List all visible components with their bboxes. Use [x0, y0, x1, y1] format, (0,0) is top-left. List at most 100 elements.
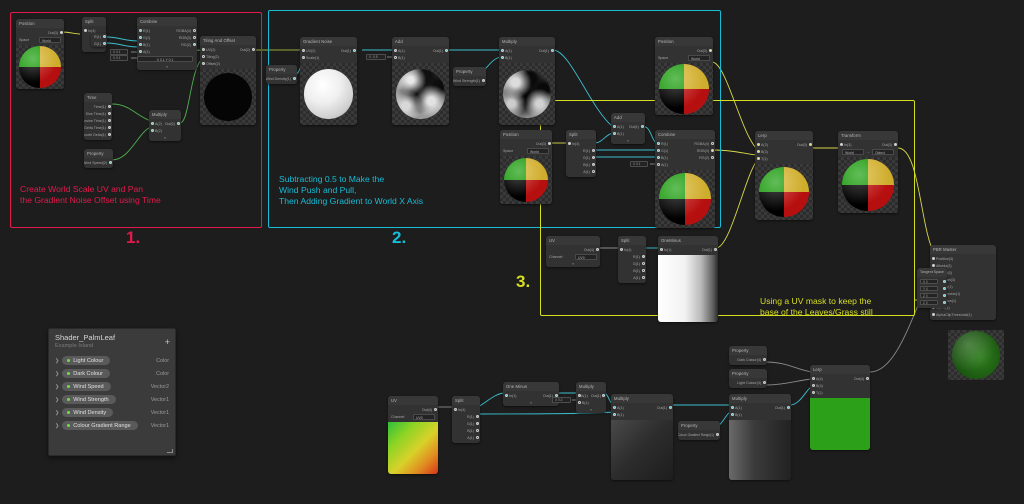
node-time[interactable]: Time Time(1) Sine Time(1) Cosine Time(1)…	[84, 93, 112, 140]
port-dot-icon[interactable]	[107, 119, 111, 122]
port-pair[interactable]: In(1) Out(1)	[503, 392, 559, 399]
port-in[interactable]: A(1)	[137, 48, 197, 55]
port-pair[interactable]: A(2) Out(2)	[149, 120, 181, 127]
port-out[interactable]: R(1)	[566, 147, 596, 154]
port-dot-icon[interactable]	[500, 49, 504, 52]
port-in[interactable]: B(1)	[499, 54, 555, 61]
port-dot-icon[interactable]	[138, 43, 142, 46]
node-multiply-4[interactable]: Multiply A(1) Out(1) B(1)	[611, 394, 673, 480]
port-dot-icon[interactable]	[619, 248, 623, 251]
expand-chevron-icon[interactable]: ❯	[55, 423, 62, 429]
port-pair[interactable]: A(1) Out(1)	[611, 123, 645, 130]
port-dot-icon[interactable]	[601, 394, 605, 397]
port-dot-icon[interactable]	[668, 406, 672, 409]
port-pair[interactable]: G(1) RGB(3)	[655, 147, 715, 154]
blackboard-property-row[interactable]: ❯ Wind Speed Vector2	[49, 380, 175, 393]
port-dot-icon[interactable]	[475, 422, 479, 425]
port-dot-icon[interactable]	[710, 149, 714, 152]
add-offset-field[interactable]: X -0.5	[366, 54, 386, 60]
node-one-minus-2[interactable]: One Minus In(1) Out(1) ▾	[503, 382, 559, 406]
node-expander-toggle[interactable]: ▾	[137, 65, 197, 70]
space-dropdown[interactable]: World	[688, 54, 710, 61]
combine2-input-field[interactable]: X 0.1	[630, 161, 648, 167]
port-dot-icon[interactable]	[811, 391, 815, 394]
node-expander-toggle[interactable]: ▾	[503, 401, 559, 406]
blackboard-property-row[interactable]: ❯ Light Colour Color	[49, 354, 175, 367]
node-uv-1[interactable]: UV Out(4) Channel UV0 ▾	[546, 236, 600, 267]
port-out[interactable]: Wind Speed(2)	[84, 159, 113, 166]
port-in[interactable]: B(1)	[729, 411, 791, 418]
port-dot-icon[interactable]	[786, 406, 790, 409]
port-dot-icon[interactable]	[811, 384, 815, 387]
port-dot-icon[interactable]	[107, 133, 111, 136]
add-property-button[interactable]: +	[165, 338, 170, 347]
space-dropdown[interactable]: World	[39, 36, 61, 43]
node-expander-toggle[interactable]: ▾	[611, 139, 645, 144]
port-dot-icon[interactable]	[301, 49, 305, 52]
port-dot-icon[interactable]	[59, 31, 63, 34]
port-out[interactable]: R(1)	[618, 253, 646, 260]
node-property-dark-colour[interactable]: Property Dark Colour(4)	[729, 346, 767, 365]
port-dot-icon[interactable]	[393, 56, 397, 59]
port-dot-icon[interactable]	[942, 301, 946, 304]
node-combine-1[interactable]: Combine R(1) RGBA(4) G(1) RGB(3) B(1) RG…	[137, 17, 197, 70]
port-pair[interactable]: R(1) RGBA(4)	[137, 27, 197, 34]
node-position-3[interactable]: Position Out(3) Space World	[655, 37, 713, 115]
combine-input-field-2[interactable]: X 0.1	[110, 55, 128, 61]
port-dot-icon[interactable]	[138, 29, 142, 32]
blackboard-property-row[interactable]: ❯ Wind Density Vector1	[49, 406, 175, 419]
port-dot-icon[interactable]	[756, 143, 760, 146]
port-out[interactable]: G(1)	[452, 420, 480, 427]
port-dot-icon[interactable]	[577, 394, 581, 397]
port-out[interactable]: Out(3)	[16, 29, 64, 36]
port-dot-icon[interactable]	[550, 49, 554, 52]
port-dot-icon[interactable]	[83, 29, 87, 32]
port-dot-icon[interactable]	[138, 36, 142, 39]
port-dot-icon[interactable]	[251, 48, 255, 51]
port-dot-icon[interactable]	[453, 408, 457, 411]
port-dot-icon[interactable]	[612, 125, 616, 128]
expand-chevron-icon[interactable]: ❯	[55, 384, 62, 390]
port-dot-icon[interactable]	[659, 248, 663, 251]
node-tangent-space[interactable]: Tangent Space X 0Y 0Z 0Z 0	[917, 268, 947, 308]
node-split-1-ports[interactable]: R(1) G(1)	[91, 33, 107, 47]
property-pill[interactable]: Wind Strength	[62, 395, 116, 404]
port-in[interactable]: B(1)	[611, 411, 673, 418]
port-dot-icon[interactable]	[612, 132, 616, 135]
transform-space-row[interactable]: World → Object	[838, 148, 898, 155]
port-dot-icon[interactable]	[595, 248, 599, 251]
port-out[interactable]: A(1)	[618, 274, 646, 281]
property-pill[interactable]: Wind Speed	[62, 382, 111, 391]
port-dot-icon[interactable]	[107, 126, 111, 129]
tangent-field-row[interactable]: Y 0	[917, 285, 947, 292]
port-dot-icon[interactable]	[500, 56, 504, 59]
pbr-input-row[interactable]: AlphaClipThreshold(1)	[930, 311, 996, 318]
node-expander-toggle[interactable]: ▾	[576, 408, 606, 413]
port-out[interactable]: Out(4)	[388, 406, 438, 413]
port-dot-icon[interactable]	[641, 262, 645, 265]
port-dot-icon[interactable]	[715, 433, 719, 436]
node-one-minus-1[interactable]: OneMinus In(1) Out(1)	[658, 236, 718, 322]
port-dot-icon[interactable]	[107, 112, 111, 115]
port-dot-icon[interactable]	[475, 415, 479, 418]
port-dot-icon[interactable]	[756, 157, 760, 160]
port-dot-icon[interactable]	[591, 156, 595, 159]
port-out[interactable]: G(1)	[91, 40, 107, 47]
expand-chevron-icon[interactable]: ❯	[55, 371, 62, 377]
tangent-field-row[interactable]: X 0	[917, 278, 947, 285]
port-dot-icon[interactable]	[641, 255, 645, 258]
space-row[interactable]: Space World	[655, 54, 713, 61]
port-dot-icon[interactable]	[475, 429, 479, 432]
port-dot-icon[interactable]	[150, 129, 154, 132]
resize-handle-icon[interactable]	[167, 449, 173, 453]
port-dot-icon[interactable]	[713, 248, 717, 251]
port-dot-icon[interactable]	[475, 436, 479, 439]
property-pill[interactable]: Wind Density	[62, 408, 114, 417]
port-dot-icon[interactable]	[108, 161, 112, 164]
port-dot-icon[interactable]	[192, 43, 196, 46]
port-out[interactable]: Dark Colour(4)	[729, 356, 767, 363]
port-pair[interactable]: A(1) Out(1)	[611, 404, 673, 411]
port-dot-icon[interactable]	[641, 269, 645, 272]
port-in[interactable]: In(4)	[618, 246, 646, 253]
node-multiply-3[interactable]: Multiply A(1) Out(1) B(1) ▾	[576, 382, 606, 413]
